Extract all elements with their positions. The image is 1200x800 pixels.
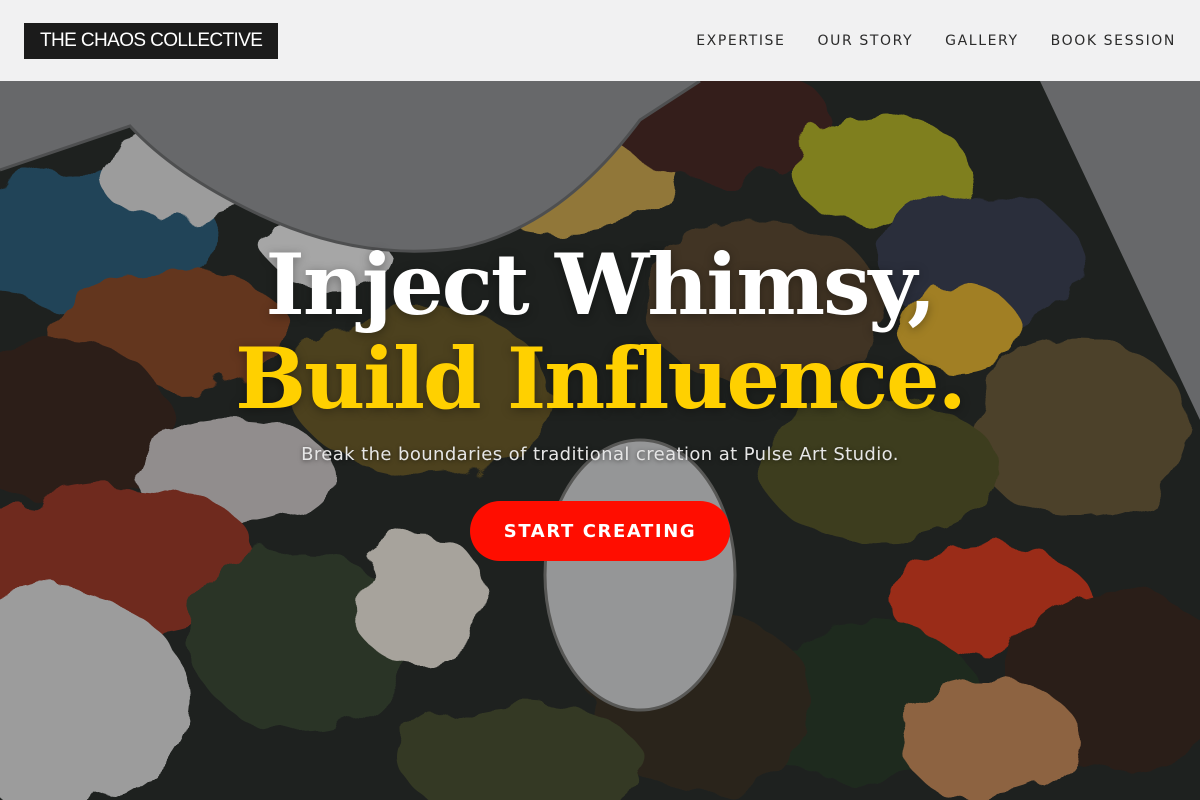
headline-line-1: Inject Whimsy, [265,235,937,334]
nav-link-gallery[interactable]: GALLERY [945,33,1018,49]
nav-link-book-session[interactable]: BOOK SESSION [1051,33,1176,49]
hero-subtitle: Break the boundaries of traditional crea… [301,444,899,465]
site-header: THE CHAOS COLLECTIVE EXPERTISE OUR STORY… [0,0,1200,81]
hero-headline: Inject Whimsy, Build Influence. [0,238,1200,426]
hero-content: Inject Whimsy, Build Influence. Break th… [0,238,1200,561]
logo[interactable]: THE CHAOS COLLECTIVE [24,22,279,59]
logo-text: THE CHAOS COLLECTIVE [40,29,263,51]
nav-link-expertise[interactable]: EXPERTISE [696,33,785,49]
headline-line-2: Build Influence. [235,329,967,428]
start-creating-button[interactable]: START CREATING [470,501,730,561]
main-nav: EXPERTISE OUR STORY GALLERY BOOK SESSION [696,33,1176,49]
nav-link-our-story[interactable]: OUR STORY [817,33,913,49]
